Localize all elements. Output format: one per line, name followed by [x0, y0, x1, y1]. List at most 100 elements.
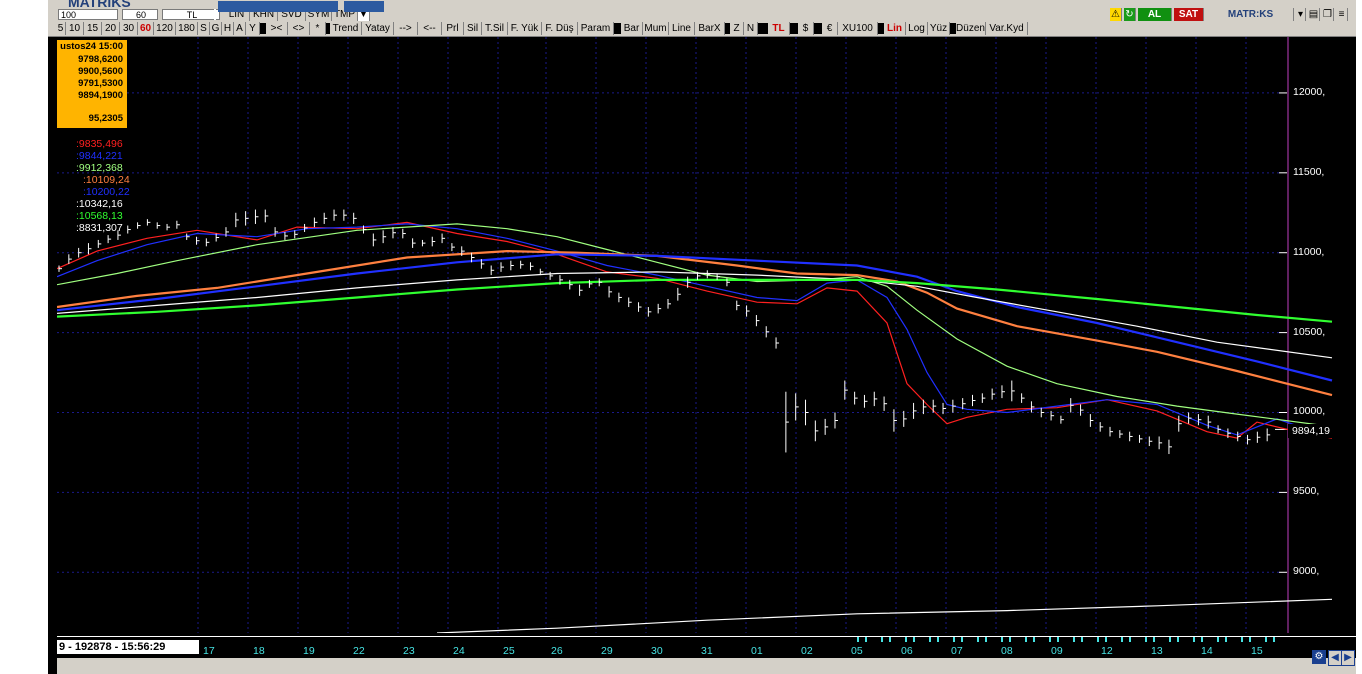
x-tick-label: 24	[453, 645, 465, 657]
nav-btn-2[interactable]: *	[310, 22, 326, 35]
x-tick-mark	[1193, 637, 1195, 642]
x-tick-mark	[1241, 637, 1243, 642]
x-tick-label: 29	[601, 645, 613, 657]
tool-3[interactable]: <--	[418, 22, 442, 35]
copy-icon[interactable]: ❐	[1322, 8, 1334, 21]
symbol-field[interactable]: 100	[58, 9, 118, 20]
chart-type-barx[interactable]: BarX	[695, 22, 725, 35]
currency-xu100[interactable]: XU100	[838, 22, 878, 35]
scale-yuz[interactable]: Yüz	[928, 22, 950, 35]
tool-6[interactable]: T.Sil	[482, 22, 508, 35]
x-tick-label: 13	[1151, 645, 1163, 657]
tool-2[interactable]: -->	[394, 22, 418, 35]
x-tick-mark	[857, 637, 859, 642]
tool-0[interactable]: Trend	[330, 22, 362, 35]
nav-btn-0[interactable]: ><	[266, 22, 288, 35]
tool-7[interactable]: F. Yük	[508, 22, 542, 35]
x-tick-mark	[1105, 637, 1107, 642]
x-tick-mark	[1057, 637, 1059, 642]
toolbar-separator	[814, 23, 822, 34]
currency-tl[interactable]: TL	[768, 22, 790, 35]
x-tick-label: 14	[1201, 645, 1213, 657]
x-tick-mark	[1049, 637, 1051, 642]
chart-type-line[interactable]: Line	[669, 22, 695, 35]
period-120[interactable]: 120	[154, 22, 176, 35]
buy-button[interactable]: AL	[1138, 8, 1172, 21]
edit-var-kyd[interactable]: Var.Kyd	[986, 22, 1028, 35]
ohlc-info-box: ustos24 15:00 9798,6200 9900,5600 9791,5…	[57, 40, 127, 128]
edit-duzen[interactable]: Düzen	[956, 22, 986, 35]
x-tick-label: 19	[303, 645, 315, 657]
period-10[interactable]: 10	[66, 22, 84, 35]
series-line-6	[57, 278, 1333, 323]
refresh-icon[interactable]: ↻	[1124, 8, 1136, 21]
alert-icon[interactable]: ⚠	[1110, 8, 1122, 21]
scroll-left-icon[interactable]: ◀	[1328, 650, 1342, 666]
x-tick-mark	[1009, 637, 1011, 642]
toolbar-primary: 100 60 TL LIN KHN SVD SYM TMP ▼ ⚠ ↻ AL S…	[48, 1, 1356, 23]
chart-type-mum[interactable]: Mum	[643, 22, 669, 35]
tool-4[interactable]: Prl	[442, 22, 464, 35]
period-A[interactable]: A	[234, 22, 246, 35]
period-180[interactable]: 180	[176, 22, 198, 35]
period-S[interactable]: S	[198, 22, 210, 35]
scroll-right-icon[interactable]: ▶	[1341, 650, 1355, 666]
x-tick-label: 09	[1051, 645, 1063, 657]
period-Y[interactable]: Y	[246, 22, 260, 35]
x-tick-label: 17	[203, 645, 215, 657]
sell-button[interactable]: SAT	[1174, 8, 1204, 21]
nav-btn-1[interactable]: <>	[288, 22, 310, 35]
x-tick-mark	[865, 637, 867, 642]
scale-log[interactable]: Log	[906, 22, 928, 35]
period-20[interactable]: 20	[102, 22, 120, 35]
x-tick-label: 12	[1101, 645, 1113, 657]
x-tick-mark	[977, 637, 979, 642]
period-field[interactable]: 60	[122, 9, 158, 20]
bottom-scroll-band	[57, 658, 1356, 674]
period-H[interactable]: H	[222, 22, 234, 35]
x-tick-mark	[961, 637, 963, 642]
tool-5[interactable]: Sil	[464, 22, 482, 35]
x-tick-mark	[1217, 637, 1219, 642]
dropdown-arrow-icon-2[interactable]: ▾	[1296, 8, 1306, 21]
series-line-5	[57, 271, 1333, 359]
menu-icon[interactable]: ≡	[1336, 8, 1348, 21]
price-chart[interactable]	[57, 37, 1356, 633]
n-button[interactable]: N	[744, 22, 758, 35]
z-button[interactable]: Z	[730, 22, 744, 35]
y-tick-label: 9500,	[1293, 485, 1320, 498]
currency-usd[interactable]: $	[798, 22, 814, 35]
x-tick-mark	[1265, 637, 1267, 642]
chart-type-bar[interactable]: Bar	[621, 22, 643, 35]
scale-lin[interactable]: Lin	[884, 22, 906, 35]
x-tick-mark	[1081, 637, 1083, 642]
x-tick-mark	[985, 637, 987, 642]
period-60[interactable]: 60	[138, 22, 154, 35]
info-low: 9791,5300	[78, 78, 123, 89]
tool-8[interactable]: F. Düş	[542, 22, 578, 35]
print-icon[interactable]: ▤	[1308, 8, 1320, 21]
y-tick-label: 11000,	[1293, 245, 1325, 258]
period-5[interactable]: 5	[56, 22, 66, 35]
x-tick-mark	[953, 637, 955, 642]
x-tick-mark	[1169, 637, 1171, 642]
period-G[interactable]: G	[210, 22, 222, 35]
x-tick-label: 25	[503, 645, 515, 657]
x-tick-label: 02	[801, 645, 813, 657]
legend-item: :10200,22	[83, 186, 130, 198]
field-banner-b[interactable]	[344, 1, 384, 12]
legend-item: :9844,221	[76, 150, 123, 162]
toolbar-secondary: 5 10 15 20 30 60 120 180 S G H A Y >< <> * Trend Yatay -->…	[48, 22, 1356, 37]
scroll-settings-icon[interactable]: ⚙	[1312, 650, 1326, 664]
period-15[interactable]: 15	[84, 22, 102, 35]
x-tick-mark	[1225, 637, 1227, 642]
x-tick-marks	[857, 637, 1275, 642]
x-tick-label: 18	[253, 645, 265, 657]
tool-9[interactable]: Param	[578, 22, 614, 35]
tool-1[interactable]: Yatay	[362, 22, 394, 35]
x-tick-mark	[1145, 637, 1147, 642]
field-banner-a[interactable]	[218, 1, 338, 12]
period-30[interactable]: 30	[120, 22, 138, 35]
currency-field[interactable]: TL	[162, 9, 220, 20]
currency-eur[interactable]: €	[822, 22, 838, 35]
